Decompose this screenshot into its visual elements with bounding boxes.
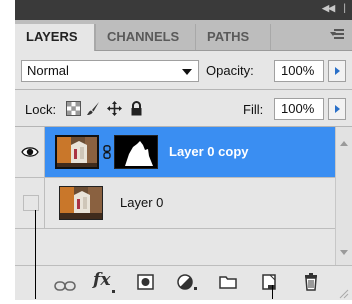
layer-row[interactable]: Layer 0 copy (15, 127, 335, 178)
opacity-field[interactable]: 100% (274, 60, 324, 82)
layers-panel: ◀◀ | LAYERS CHANNELS PATHS Normal Opacit… (15, 0, 352, 300)
lock-image-pixels-icon[interactable] (86, 101, 101, 116)
visibility-box (23, 195, 39, 211)
lock-position-icon[interactable] (107, 101, 122, 116)
tab-layers[interactable]: LAYERS (15, 24, 95, 51)
new-group-icon[interactable] (218, 272, 238, 292)
panel-menu-icon[interactable] (330, 29, 344, 41)
tab-channels[interactable]: CHANNELS (95, 24, 195, 50)
adjustment-layer-icon[interactable] (176, 272, 198, 292)
add-layer-mask-icon[interactable] (136, 272, 156, 292)
eye-icon (21, 147, 39, 157)
layer-thumbnail-image (60, 187, 102, 219)
fx-dropdown-dot (112, 290, 115, 293)
collapse-panel-button[interactable]: ◀◀ (322, 3, 335, 14)
new-layer-icon[interactable] (260, 272, 278, 292)
visibility-toggle[interactable] (15, 178, 45, 228)
mask-link-icon[interactable] (103, 145, 111, 159)
layer-thumbnail[interactable] (55, 135, 99, 169)
delete-layer-icon[interactable] (302, 272, 320, 292)
resize-grip-icon[interactable] (338, 284, 350, 304)
blend-mode-select[interactable]: Normal (21, 60, 199, 82)
panel-bottom-toolbar: fx (15, 265, 352, 300)
layer-style-fx-icon[interactable]: fx (93, 270, 110, 290)
mask-image (115, 136, 157, 168)
lock-transparent-pixels-icon[interactable] (66, 101, 81, 116)
lock-fill-row: Lock: Fill: 100% (15, 90, 352, 126)
layer-name[interactable]: Layer 0 copy (169, 144, 249, 159)
layer-thumbnail[interactable] (59, 186, 103, 220)
annotation-line (272, 285, 273, 299)
layer-mask-thumbnail[interactable] (114, 135, 158, 169)
lock-all-icon[interactable] (129, 101, 144, 116)
layer-thumbnail-image (57, 137, 97, 167)
annotation-line (35, 210, 36, 299)
visibility-toggle[interactable] (15, 127, 45, 177)
layers-scrollbar[interactable] (335, 127, 352, 265)
scroll-down-icon[interactable] (340, 250, 348, 255)
chevron-down-icon (182, 69, 192, 75)
link-layers-icon[interactable] (54, 276, 76, 296)
layer-row[interactable]: Layer 0 (15, 178, 335, 229)
close-panel-button[interactable]: | (343, 3, 346, 14)
lock-label: Lock: (25, 102, 57, 117)
blend-mode-value: Normal (27, 63, 69, 78)
panel-title-bar: ◀◀ | (15, 0, 352, 20)
panel-tabs: LAYERS CHANNELS PATHS (15, 20, 352, 51)
fill-label: Fill: (243, 102, 264, 117)
fill-field[interactable]: 100% (274, 98, 324, 120)
opacity-slider-button[interactable] (328, 60, 346, 82)
layers-list: Layer 0 copy Layer 0 (15, 127, 335, 265)
blend-opacity-row: Normal Opacity: 100% (15, 51, 352, 89)
tab-paths[interactable]: PATHS (195, 24, 270, 50)
opacity-label: Opacity: (206, 63, 254, 78)
fill-slider-button[interactable] (328, 98, 346, 120)
scroll-up-icon[interactable] (340, 141, 348, 146)
layer-name[interactable]: Layer 0 (120, 195, 163, 210)
